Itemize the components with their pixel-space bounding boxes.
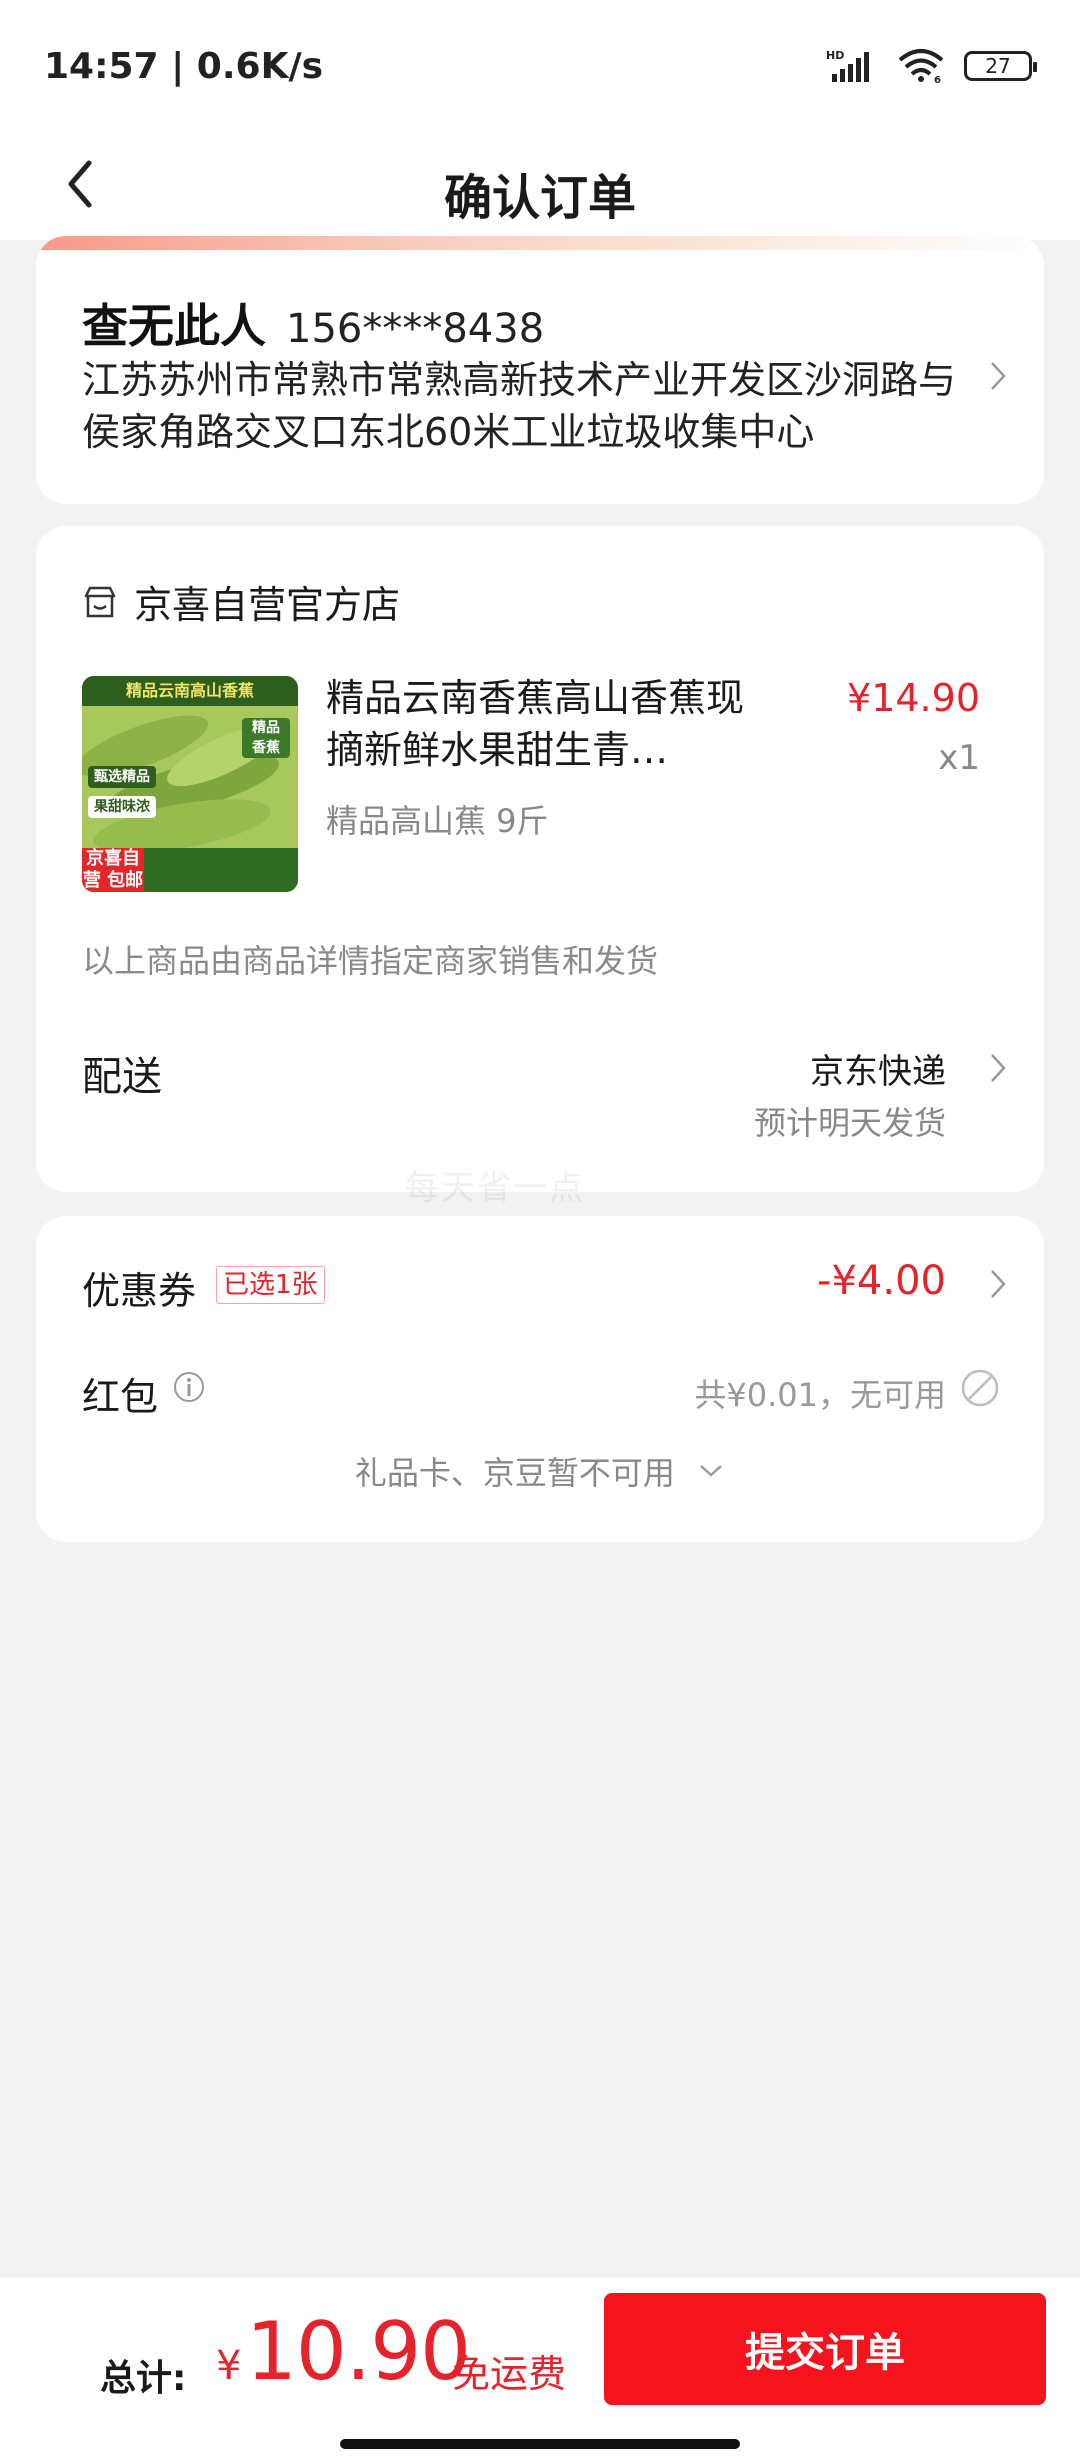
chevron-right-icon (986, 1264, 1010, 1304)
chevron-down-icon (700, 1465, 722, 1477)
page-title: 确认订单 (443, 170, 636, 226)
product-image[interactable]: 精品云南高山香蕉 精品香蕉 甄选精品 果甜味浓 京喜自营 包邮 (82, 676, 298, 892)
info-icon[interactable] (172, 1370, 206, 1404)
nav-bar: 确认订单 (0, 130, 1080, 240)
wifi-icon: 6 (898, 49, 944, 84)
giftcard-toggle[interactable]: 礼品卡、京豆暂不可用 (36, 1448, 1044, 1494)
address-card[interactable]: 查无此人 156****8438 江苏苏州市常熟市常熟高新技术产业开发区沙洞路与… (36, 236, 1044, 504)
product-title[interactable]: 精品云南香蕉高山香蕉现摘新鲜水果甜生青… (326, 672, 766, 776)
chevron-right-icon (986, 1048, 1010, 1088)
total-currency: ¥ (216, 2343, 242, 2389)
shop-name: 京喜自营官方店 (134, 583, 401, 627)
unavailable-icon (961, 1369, 999, 1407)
recipient-name: 查无此人 (82, 299, 266, 353)
shop-card: 京喜自营官方店 精品云南高山香蕉 精品香蕉 甄选精品 果甜味浓 京喜自营 包邮 … (36, 526, 1044, 1192)
store-icon (84, 586, 116, 617)
product-price: ¥14.90 (847, 676, 980, 720)
total-label: 总计: (100, 2358, 187, 2399)
product-image-shipping-tag: 京喜自营 包邮 (82, 848, 144, 892)
battery-icon: 27 (964, 51, 1037, 81)
checkout-bar: 总计: ¥ 10.90 免运费 提交订单 (0, 2276, 1080, 2461)
product-quantity: x1 (938, 738, 980, 778)
product-image-badge: 精品香蕉 (242, 718, 290, 758)
address-detail: 江苏苏州市常熟市常熟高新技术产业开发区沙洞路与侯家角路交叉口东北60米工业垃圾收… (82, 358, 957, 454)
hongbao-value: 共¥0.01，无可用 (694, 1376, 946, 1414)
product-image-badge: 甄选精品 (88, 766, 156, 788)
delivery-eta: 预计明天发货 (753, 1104, 946, 1142)
chevron-right-icon (986, 356, 1010, 396)
recipient-phone: 156****8438 (286, 306, 545, 352)
seller-note: 以上商品由商品详情指定商家销售和发货 (82, 942, 659, 980)
coupon-selected-tag: 已选1张 (216, 1266, 325, 1304)
product-image-banner: 精品云南高山香蕉 (82, 676, 298, 706)
product-spec: 精品高山蕉 9斤 (326, 802, 549, 840)
free-shipping-label: 免运费 (452, 2352, 567, 2396)
home-indicator[interactable] (340, 2439, 740, 2449)
hd-signal-icon: HD (826, 49, 869, 82)
submit-order-button[interactable]: 提交订单 (604, 2293, 1046, 2405)
hongbao-label: 红包 (82, 1375, 159, 1419)
status-bar: 14:57 | 0.6K/s HD 6 27 (0, 0, 1080, 130)
coupon-amount: -¥4.00 (817, 1258, 946, 1304)
delivery-label: 配送 (82, 1054, 162, 1100)
svg-text:HD: HD (826, 49, 844, 62)
shop-header[interactable]: 京喜自营官方店 (82, 574, 400, 629)
recipient-row: 查无此人 156****8438 (82, 290, 544, 356)
svg-text:6: 6 (934, 75, 941, 84)
total-amount: 10.90 (246, 2305, 471, 2398)
address-card-accent (36, 236, 1044, 250)
status-icons: HD 6 27 (826, 46, 1037, 86)
status-time: 14:57 | 0.6K/s (44, 46, 324, 87)
coupon-label: 优惠券 (82, 1269, 197, 1313)
product-image-badge: 果甜味浓 (88, 796, 156, 818)
watermark: 每天省一点 (405, 1168, 585, 1208)
discount-card: 优惠券 已选1张 -¥4.00 红包 共¥0.01，无可用 礼品卡、京豆暂不可用 (36, 1216, 1044, 1542)
delivery-method: 京东快递 (810, 1052, 946, 1092)
giftcard-text: 礼品卡、京豆暂不可用 (354, 1454, 675, 1492)
